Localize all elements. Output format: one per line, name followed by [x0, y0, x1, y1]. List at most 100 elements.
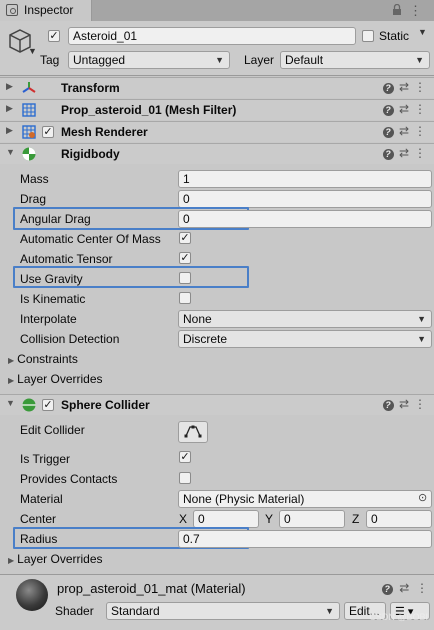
fold-arrow-icon[interactable]: ▶ [6, 81, 13, 92]
material-preview-icon[interactable] [16, 579, 48, 611]
fold-arrow-icon[interactable]: ▼ [6, 398, 15, 408]
static-checkbox[interactable] [362, 30, 374, 42]
drag-label: Drag [20, 192, 47, 206]
mass-field[interactable]: 1 [178, 170, 432, 188]
enabled-checkbox[interactable]: ✓ [42, 399, 54, 411]
center-z-field[interactable]: 0 [366, 510, 432, 528]
object-picker-icon[interactable]: ⊙ [418, 491, 427, 504]
center-x-field[interactable]: 0 [193, 510, 259, 528]
help-icon[interactable]: ? [380, 80, 396, 94]
interpolate-label: Interpolate [20, 312, 77, 326]
angular-drag-field[interactable]: 0 [178, 210, 432, 228]
menu-icon[interactable]: ⋮ [409, 3, 422, 19]
layer-dropdown[interactable]: Default ▼ [280, 51, 430, 69]
transform-icon [22, 81, 36, 95]
help-icon[interactable]: ? [380, 397, 396, 411]
center-z-label: Z [352, 512, 360, 526]
interpolate-value: None [183, 312, 212, 326]
preset-icon[interactable]: ⇄ [396, 124, 412, 138]
chevron-down-icon: ▼ [417, 334, 426, 344]
preset-icon[interactable]: ⇄ [396, 102, 412, 116]
interpolate-dropdown[interactable]: None ▼ [178, 310, 432, 328]
shader-dropdown[interactable]: Standard ▼ [106, 602, 340, 620]
help-icon[interactable]: ? [381, 581, 393, 595]
fold-arrow-icon[interactable]: ▶ [6, 125, 13, 136]
tab-inspector[interactable]: Inspector [0, 0, 92, 21]
help-icon[interactable]: ? [380, 146, 396, 160]
mesh-filter-icon [22, 103, 36, 117]
component-transform[interactable]: ▶ Transform ? ⇄ ⋮ [0, 77, 434, 98]
use-gravity-label: Use Gravity [20, 272, 83, 286]
sphere-collider-icon [22, 398, 36, 412]
component-title: Prop_asteroid_01 (Mesh Filter) [61, 103, 237, 117]
icon-dropdown-arrow[interactable]: ▼ [28, 46, 37, 56]
is-trigger-checkbox[interactable]: ✓ [179, 451, 191, 463]
is-kinematic-label: Is Kinematic [20, 292, 86, 306]
tag-label: Tag [40, 53, 60, 67]
layer-label: Layer [244, 53, 275, 67]
tag-dropdown[interactable]: Untagged ▼ [68, 51, 230, 69]
tag-value: Untagged [73, 53, 126, 67]
radius-field[interactable]: 0.7 [178, 530, 432, 548]
mesh-renderer-icon [22, 125, 36, 139]
gameobject-name-field[interactable]: Asteroid_01 [68, 27, 356, 45]
auto-tensor-checkbox[interactable]: ✓ [179, 252, 191, 264]
lock-icon[interactable] [392, 3, 402, 19]
drag-field[interactable]: 0 [178, 190, 432, 208]
component-sphere-collider[interactable]: ▼ ✓ Sphere Collider ? ⇄ ⋮ [0, 394, 434, 415]
component-menu-icon[interactable]: ⋮ [412, 124, 428, 138]
edit-collider-label: Edit Collider [20, 423, 85, 437]
fold-arrow-icon: ▶ [8, 376, 15, 385]
enabled-checkbox[interactable]: ✓ [42, 126, 54, 138]
component-menu-icon[interactable]: ⋮ [412, 80, 428, 94]
center-y-field[interactable]: 0 [279, 510, 345, 528]
component-title: Transform [61, 81, 120, 95]
use-gravity-checkbox[interactable] [179, 272, 191, 284]
shader-label: Shader [55, 604, 94, 618]
component-menu-icon[interactable]: ⋮ [412, 397, 428, 411]
layer-overrides-foldout[interactable]: ▶ Layer Overrides [8, 552, 103, 566]
center-label: Center [20, 512, 57, 526]
chevron-down-icon: ▼ [415, 55, 424, 65]
help-icon[interactable]: ? [380, 102, 396, 116]
collision-detection-label: Collision Detection [20, 332, 120, 346]
material-field[interactable]: None (Physic Material) [178, 490, 432, 508]
collision-detection-dropdown[interactable]: Discrete ▼ [178, 330, 432, 348]
preset-icon[interactable]: ⇄ [396, 80, 412, 94]
component-menu-icon[interactable]: ⋮ [412, 146, 428, 160]
chevron-down-icon: ▼ [325, 606, 334, 616]
fold-arrow-icon[interactable]: ▶ [6, 103, 13, 114]
preset-icon[interactable]: ⇄ [399, 581, 409, 595]
fold-arrow-icon: ▶ [8, 556, 15, 565]
auto-com-checkbox[interactable]: ✓ [179, 232, 191, 244]
constraints-foldout[interactable]: ▶ Constraints [8, 352, 78, 366]
is-kinematic-checkbox[interactable] [179, 292, 191, 304]
component-title: Rigidbody [61, 147, 120, 161]
material-name: prop_asteroid_01_mat (Material) [57, 581, 246, 596]
active-checkbox[interactable]: ✓ [48, 30, 60, 42]
component-menu-icon[interactable]: ⋮ [412, 102, 428, 116]
component-menu-icon[interactable]: ⋮ [416, 581, 428, 595]
mass-label: Mass [20, 172, 49, 186]
center-y-label: Y [265, 512, 274, 526]
preset-icon[interactable]: ⇄ [396, 397, 412, 411]
edit-collider-button[interactable] [178, 421, 208, 443]
component-rigidbody[interactable]: ▼ Rigidbody ? ⇄ ⋮ [0, 143, 434, 164]
provides-contacts-label: Provides Contacts [20, 472, 118, 486]
static-dropdown-arrow[interactable]: ▼ [418, 27, 427, 37]
chevron-down-icon: ▼ [417, 314, 426, 324]
static-label: Static [379, 29, 410, 43]
provides-contacts-checkbox[interactable] [179, 472, 191, 484]
layer-value: Default [285, 53, 324, 67]
layer-overrides-foldout[interactable]: ▶ Layer Overrides [8, 372, 103, 386]
component-mesh-filter[interactable]: ▶ Prop_asteroid_01 (Mesh Filter) ? ⇄ ⋮ [0, 99, 434, 120]
fold-arrow-icon[interactable]: ▼ [6, 147, 15, 157]
help-icon[interactable]: ? [380, 124, 396, 138]
edit-collider-icon [184, 425, 202, 438]
shader-value: Standard [111, 604, 160, 618]
component-mesh-renderer[interactable]: ▶ ✓ Mesh Renderer ? ⇄ ⋮ [0, 121, 434, 142]
fold-arrow-icon: ▶ [8, 356, 15, 365]
angular-drag-label: Angular Drag [20, 212, 91, 226]
preset-icon[interactable]: ⇄ [396, 146, 412, 160]
auto-tensor-label: Automatic Tensor [20, 252, 113, 266]
